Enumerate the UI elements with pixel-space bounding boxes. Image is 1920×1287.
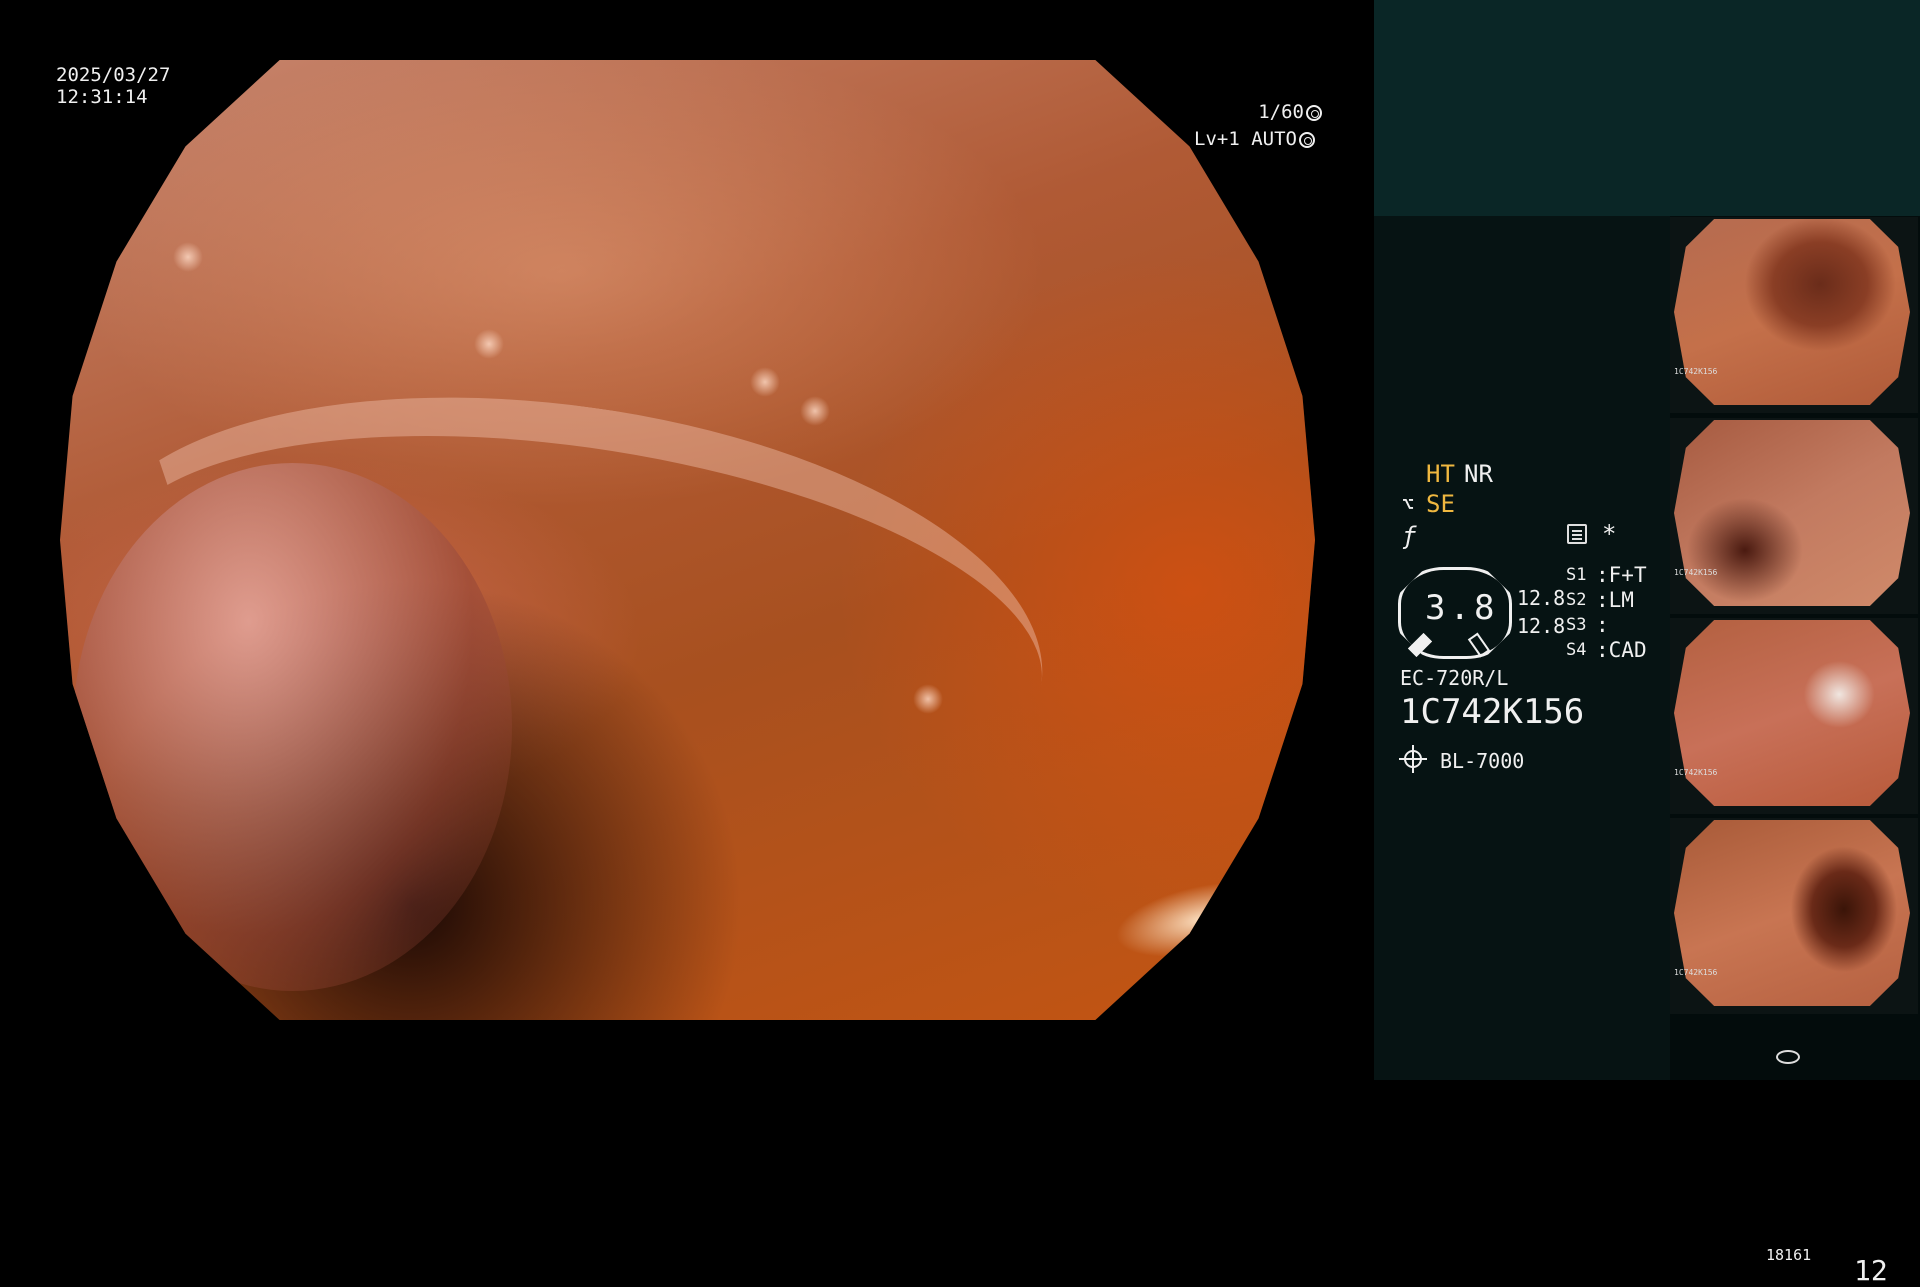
light-source-model: BL-7000 (1440, 749, 1525, 773)
light-source-icon (1399, 745, 1427, 773)
captured-thumbnail[interactable]: 1C742K156 (1670, 818, 1918, 1014)
reflection-spot (800, 396, 831, 426)
switch-3-value: : (1596, 613, 1609, 637)
captured-thumbnail[interactable]: 1C742K156 (1670, 618, 1918, 814)
mucosal-fold-lower (72, 463, 512, 992)
switch-1-value: :F+T (1596, 563, 1647, 587)
processor-info: HT NR ⌥ SE ƒ * 3.8 12.8 12.8 S1 :F+T S2 … (1374, 216, 1888, 1287)
switch-3-label: S3 (1566, 615, 1587, 635)
reflection-spot (172, 242, 203, 273)
thumbnail-serial: 1C742K156 (1674, 768, 1718, 777)
channel-diameter-2: 12.8 (1517, 614, 1566, 638)
iris-icon (1298, 131, 1315, 148)
switch-4-label: S4 (1566, 640, 1587, 660)
osd-time: 12:31:14 (56, 86, 148, 108)
light-reflection (1109, 868, 1295, 971)
osd-datetime: 2025/03/27 12:31:14 (56, 64, 170, 108)
thumbnail-image (1674, 420, 1910, 606)
thumbnail-serial: 1C742K156 (1674, 367, 1718, 376)
structure-enhance-icon: ⌥ (1402, 492, 1415, 516)
nr-indicator: NR (1464, 460, 1493, 488)
thumbnail-serial: 1C742K156 (1674, 568, 1718, 577)
captured-thumbnail[interactable]: 1C742K156 (1670, 418, 1918, 614)
switch-4-value: :CAD (1596, 638, 1647, 662)
shutter-speed: 1/60 (1258, 101, 1304, 123)
panel-top-area (1374, 0, 1920, 216)
reflection-spot (474, 328, 505, 359)
image-count: 12 (1854, 1254, 1888, 1287)
switch-2-label: S2 (1566, 590, 1587, 610)
storage-count: 18161 (1766, 1246, 1812, 1264)
channel-diameter-1: 12.8 (1517, 586, 1566, 610)
captured-thumbnail[interactable]: 1C742K156 (1670, 217, 1918, 413)
switch-2-value: :LM (1596, 588, 1634, 612)
exposure-mode: AUTO (1251, 128, 1297, 150)
thumbnail-image (1674, 620, 1910, 806)
osd-shutter: 1/60 (1250, 101, 1322, 123)
reflection-spot (750, 367, 781, 398)
brightness-level: Lv+1 (1194, 128, 1240, 150)
se-indicator: SE (1426, 490, 1455, 518)
thumbnail-image (1674, 820, 1910, 1006)
osd-date: 2025/03/27 (56, 64, 171, 86)
menu-list-icon (1567, 524, 1587, 544)
scope-model: EC-720R/L (1400, 666, 1509, 690)
freeze-icon: ƒ (1402, 522, 1417, 550)
endoscope-view-area: 2025/03/27 12:31:14 1/60 Lv+1 AUTO (0, 0, 1374, 1080)
osd-exposure: Lv+1 AUTO (1194, 128, 1315, 150)
switch-1-label: S1 (1566, 565, 1587, 585)
shutter-icon (1306, 104, 1322, 121)
scope-serial: 1C742K156 (1400, 692, 1585, 732)
thumbnail-serial: 1C742K156 (1674, 968, 1718, 977)
endoscope-live-image (60, 60, 1315, 1020)
storage-disk-icon (1776, 1050, 1800, 1064)
ht-indicator: HT (1426, 460, 1455, 488)
thumbnail-image (1674, 219, 1910, 405)
zoom-value: 3.8 (1425, 588, 1499, 628)
asterisk-icon: * (1602, 520, 1617, 548)
